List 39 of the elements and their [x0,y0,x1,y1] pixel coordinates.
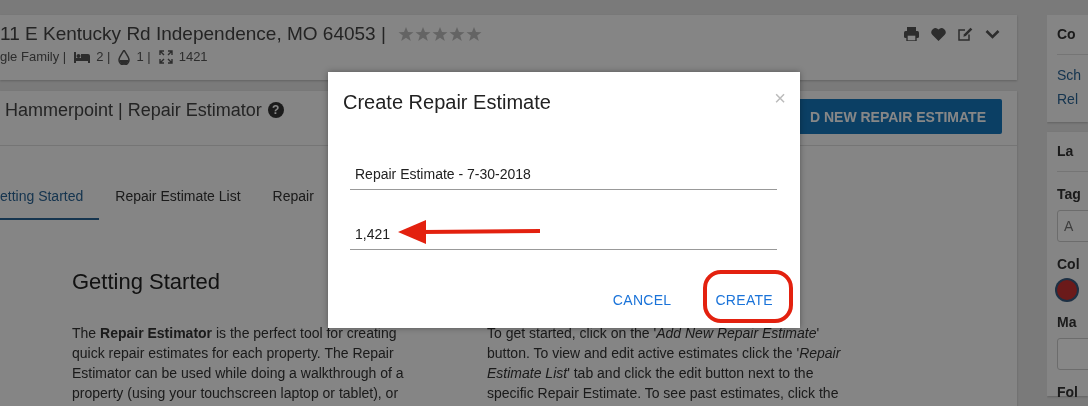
card-header: La [1057,132,1088,172]
star-icon [397,26,414,42]
tab[interactable]: Repair [256,174,330,220]
expand-icon [158,50,173,64]
property-detail: 1 | [136,49,151,65]
card-header: Co [1057,15,1088,55]
tags-field[interactable]: A [1057,210,1088,242]
section-heading: Getting Started [72,268,221,296]
text-field[interactable]: Repair Estimate - 7-30-2018 [350,162,777,190]
cancel-button[interactable]: CANCEL [600,283,684,317]
star-icon [414,26,431,42]
panel-title: Hammerpoint | Repair Estimator [5,99,262,121]
property-detail: 2 | [96,49,111,65]
dialog-title: Create Repair Estimate [343,90,551,114]
property-type: gle Family | [0,49,67,65]
water-drop-icon [118,49,131,65]
contact-link[interactable]: Rel [1057,90,1088,108]
printer-icon[interactable] [904,27,919,41]
star-icon [431,26,448,42]
field-label: Tag [1057,185,1082,204]
field-label: Col [1057,255,1081,274]
bed-icon [74,51,91,63]
field-label: Ma [1057,313,1078,332]
color-swatch[interactable] [1057,280,1077,300]
contact-link[interactable]: Sch [1057,66,1088,84]
property-address: 11 E Kentucky Rd Independence, MO 64053 | [0,23,386,45]
field-label: Fol [1057,383,1079,402]
heart-icon[interactable] [931,27,946,41]
star-icon [465,26,482,42]
star-rating[interactable] [397,26,482,42]
tab[interactable]: Repair Estimate List [99,174,257,220]
property-detail: 1421 [178,49,208,65]
chevron-down-icon[interactable] [985,29,1000,39]
star-icon [448,26,465,42]
tab[interactable]: etting Started [0,174,100,220]
intro-paragraph: The Repair Estimator is the perfect tool for creating quick repair estimates for each property. The Repair Estimator can be used while doing a walkthrough of a property (using your touchscreen laptop or tablet), or [72,324,405,403]
instructions-paragraph: To get started, click on the 'Add New Repair Estimate' button. To view and edit active estimates click the 'Repair Estimate List' tab and click the edit button next to the specific Repair Estimate. To see past estimates, click the [487,324,842,403]
help-icon[interactable]: ? [267,102,284,118]
edit-icon[interactable] [958,27,973,41]
